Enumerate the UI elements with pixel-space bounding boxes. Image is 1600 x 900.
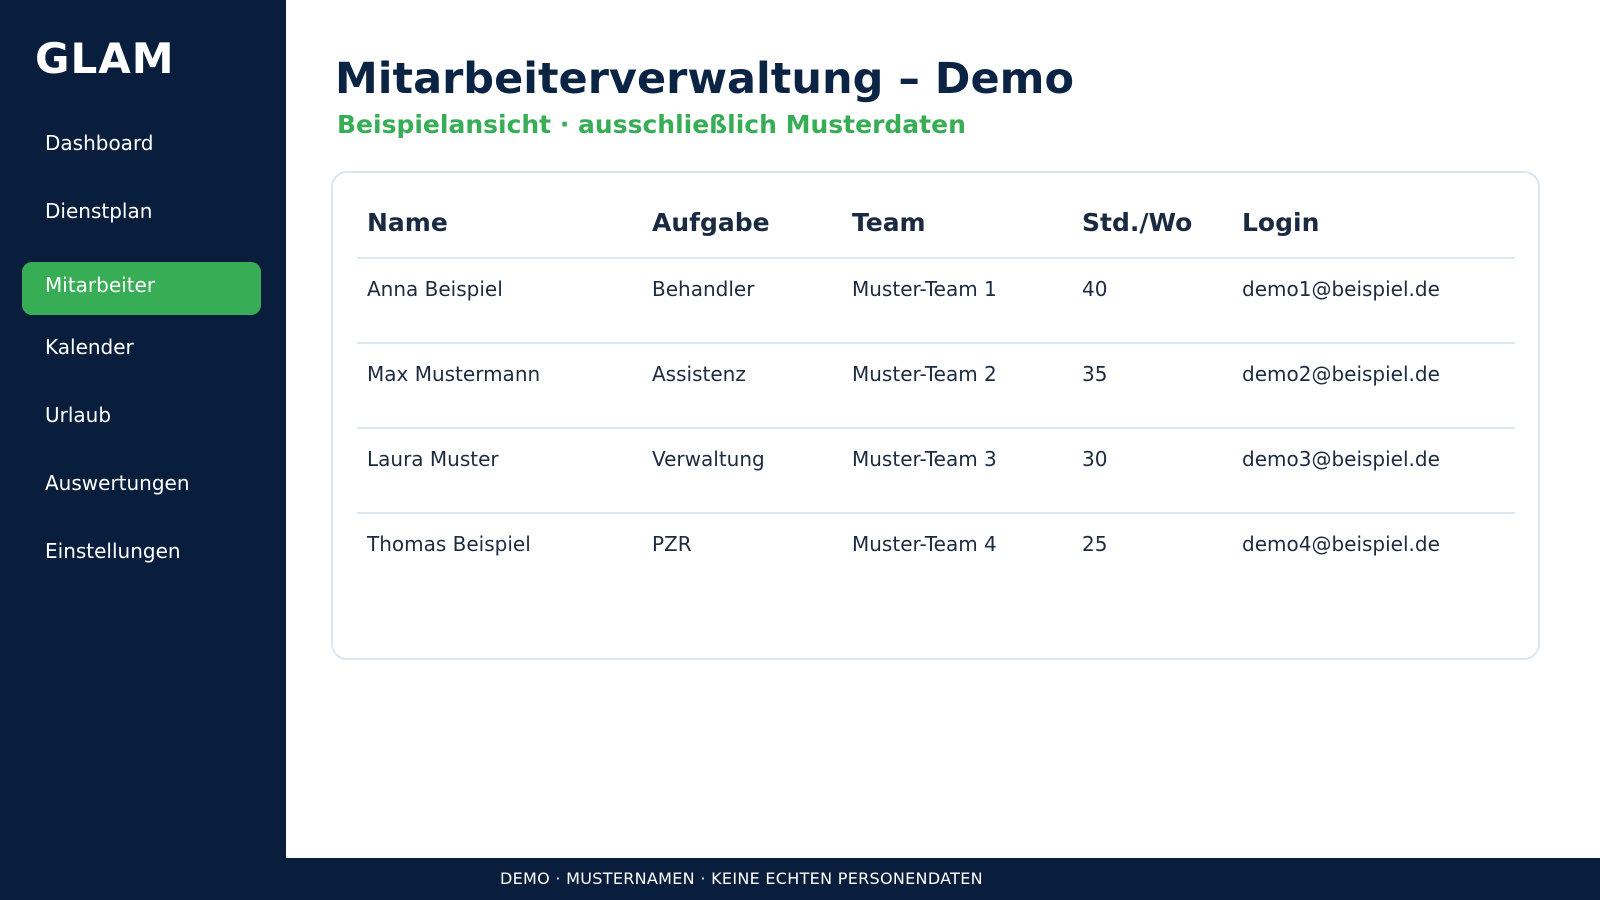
- footer-bar: DEMO · MUSTERNAMEN · KEINE ECHTEN PERSON…: [286, 858, 1600, 900]
- table-row[interactable]: Anna Beispiel Behandler Muster-Team 1 40…: [357, 259, 1515, 344]
- cell-login: demo2@beispiel.de: [1242, 362, 1440, 386]
- table-header-row: Name Aufgabe Team Std./Wo Login: [357, 189, 1515, 259]
- sidebar-item-mitarbeiter[interactable]: Mitarbeiter: [22, 262, 261, 315]
- cell-hours: 30: [1082, 447, 1108, 471]
- cell-login: demo1@beispiel.de: [1242, 277, 1440, 301]
- cell-team: Muster-Team 3: [852, 447, 997, 471]
- table-row[interactable]: Thomas Beispiel PZR Muster-Team 4 25 dem…: [357, 514, 1515, 599]
- column-header-aufgabe[interactable]: Aufgabe: [652, 209, 770, 237]
- cell-team: Muster-Team 2: [852, 362, 997, 386]
- cell-hours: 25: [1082, 532, 1108, 556]
- footer-disclaimer: DEMO · MUSTERNAMEN · KEINE ECHTEN PERSON…: [500, 869, 983, 888]
- cell-aufgabe: Verwaltung: [652, 447, 765, 471]
- cell-hours: 40: [1082, 277, 1108, 301]
- employee-table: Name Aufgabe Team Std./Wo Login Anna Bei…: [357, 189, 1515, 599]
- table-row[interactable]: Laura Muster Verwaltung Muster-Team 3 30…: [357, 429, 1515, 514]
- cell-team: Muster-Team 4: [852, 532, 997, 556]
- cell-name: Thomas Beispiel: [367, 532, 531, 556]
- brand-logo[interactable]: GLAM: [35, 34, 175, 84]
- cell-login: demo3@beispiel.de: [1242, 447, 1440, 471]
- cell-team: Muster-Team 1: [852, 277, 997, 301]
- column-header-hours[interactable]: Std./Wo: [1082, 209, 1192, 237]
- cell-name: Anna Beispiel: [367, 277, 503, 301]
- sidebar-item-einstellungen[interactable]: Einstellungen: [22, 528, 261, 581]
- cell-aufgabe: Assistenz: [652, 362, 746, 386]
- cell-name: Laura Muster: [367, 447, 499, 471]
- sidebar-item-dashboard[interactable]: Dashboard: [22, 120, 261, 173]
- cell-hours: 35: [1082, 362, 1108, 386]
- cell-aufgabe: Behandler: [652, 277, 755, 301]
- page-title: Mitarbeiterverwaltung – Demo: [335, 54, 1074, 104]
- sidebar-item-kalender[interactable]: Kalender: [22, 324, 261, 377]
- sidebar-item-auswertungen[interactable]: Auswertungen: [22, 460, 261, 513]
- cell-name: Max Mustermann: [367, 362, 541, 386]
- column-header-name[interactable]: Name: [367, 209, 448, 237]
- column-header-login[interactable]: Login: [1242, 209, 1319, 237]
- sidebar: GLAM Dashboard Dienstplan Mitarbeiter Ka…: [0, 0, 286, 900]
- column-header-team[interactable]: Team: [852, 209, 926, 237]
- main-content: Mitarbeiterverwaltung – Demo Beispielans…: [286, 0, 1600, 858]
- employee-table-card: Name Aufgabe Team Std./Wo Login Anna Bei…: [331, 171, 1540, 660]
- page-subtitle: Beispielansicht · ausschließlich Musterd…: [337, 110, 966, 139]
- sidebar-item-urlaub[interactable]: Urlaub: [22, 392, 261, 445]
- table-row[interactable]: Max Mustermann Assistenz Muster-Team 2 3…: [357, 344, 1515, 429]
- sidebar-item-dienstplan[interactable]: Dienstplan: [22, 188, 261, 241]
- cell-login: demo4@beispiel.de: [1242, 532, 1440, 556]
- cell-aufgabe: PZR: [652, 532, 692, 556]
